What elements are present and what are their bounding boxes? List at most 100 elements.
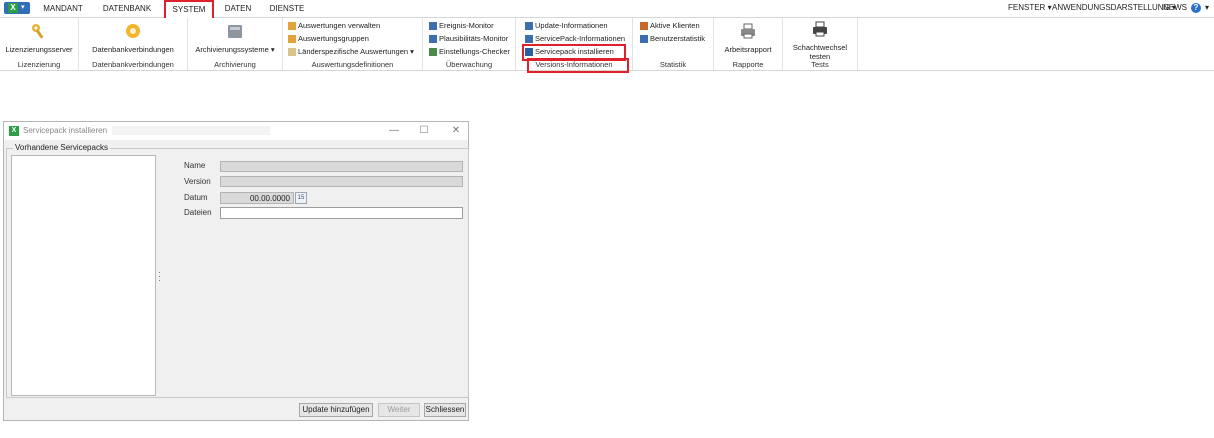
servicepack-informationen-label: ServicePack-Informationen — [535, 34, 626, 43]
ribbon: Lizenzierungsserver Lizenzierung Datenba… — [0, 18, 1214, 73]
plausibilitaets-monitor-button[interactable]: Plausibilitäts-Monitor — [429, 33, 508, 44]
chevron-down-icon: ▾ — [21, 4, 25, 11]
group-lizenzierung: Lizenzierungsserver Lizenzierung — [0, 18, 79, 70]
app-logo-icon: X — [8, 3, 18, 13]
close-icon[interactable]: ✕ — [448, 124, 464, 138]
group-tests: Schachtwechsel testen Tests — [783, 18, 858, 70]
group-label-lizenzierung: Lizenzierung — [17, 60, 61, 69]
group-statistik: Aktive Klienten Benutzerstatistik Statis… — [633, 18, 714, 70]
archive-icon — [228, 25, 242, 38]
users-icon — [640, 22, 648, 31]
group-label-rapporte: Rapporte — [732, 60, 764, 69]
version-field — [220, 176, 463, 187]
tab-datenbank[interactable]: DATENBANK — [101, 2, 153, 16]
datenbankverbindungen-label: Datenbankverbindungen — [92, 45, 174, 54]
report-country-icon — [288, 48, 296, 57]
update-informationen-label: Update-Informationen — [535, 21, 608, 30]
group-archivierung: Archivierungssysteme ▾ Archivierung — [188, 18, 283, 70]
weiter-button[interactable]: Weiter — [378, 403, 420, 417]
auswertungen-verwalten-label: Auswertungen verwalten — [298, 21, 381, 30]
laenderspezifische-auswertungen-button[interactable]: Länderspezifische Auswertungen ▾ — [288, 46, 414, 57]
version-label: Version — [184, 177, 211, 186]
einstellungs-checker-button[interactable]: Einstellungs-Checker — [429, 46, 510, 57]
checker-icon — [429, 48, 437, 57]
highlight-versions-informationen — [527, 58, 629, 73]
title-redacted-area — [112, 126, 270, 135]
aktive-klienten-label: Aktive Klienten — [650, 21, 700, 30]
info-icon — [525, 22, 533, 31]
application-menu-button[interactable]: X ▾ — [4, 2, 30, 14]
dialog-titlebar[interactable]: X Servicepack installieren — ☐ ✕ — [4, 122, 468, 140]
servicepack-informationen-button[interactable]: ServicePack-Informationen — [525, 33, 625, 44]
einstellungs-checker-label: Einstellungs-Checker — [439, 47, 510, 56]
dateien-label: Dateien — [184, 208, 212, 217]
app-logo-icon: X — [9, 126, 19, 136]
printer-icon — [741, 23, 755, 39]
schliessen-button[interactable]: Schliessen — [424, 403, 466, 417]
group-label-auswertungsdefinitionen: Auswertungsdefinitionen — [311, 60, 394, 69]
archivierungssysteme-button[interactable]: Archivierungssysteme ▾ — [192, 22, 278, 54]
schachtwechsel-testen-button[interactable]: Schachtwechsel testen — [785, 20, 855, 61]
group-rapporte: Arbeitsrapport Rapporte — [714, 18, 783, 70]
monitor-icon — [429, 35, 437, 44]
servicepack-dialog: X Servicepack installieren — ☐ ✕ Vorhand… — [3, 121, 469, 421]
report-icon — [288, 22, 296, 31]
group-label-tests: Tests — [811, 60, 829, 69]
update-informationen-button[interactable]: Update-Informationen — [525, 20, 608, 31]
dialog-title: Servicepack installieren — [23, 126, 108, 135]
name-label: Name — [184, 161, 206, 170]
dateien-field[interactable] — [220, 207, 463, 219]
tab-dienste[interactable]: DIENSTE — [268, 2, 306, 16]
laenderspezifische-auswertungen-label: Länderspezifische Auswertungen — [298, 47, 409, 56]
name-field — [220, 161, 463, 172]
printer-icon — [813, 21, 827, 37]
group-label-datenbankverbindungen: Datenbankverbindungen — [92, 60, 174, 69]
group-label-archivierung: Archivierung — [214, 60, 256, 69]
tab-daten[interactable]: DATEN — [223, 2, 253, 16]
archivierungssysteme-label: Archivierungssysteme ▾ — [195, 45, 275, 54]
auswertungen-verwalten-button[interactable]: Auswertungen verwalten — [288, 20, 380, 31]
tab-mandant[interactable]: MANDANT — [42, 2, 84, 16]
group-label-ueberwachung: Überwachung — [445, 60, 493, 69]
gear-icon — [126, 24, 140, 38]
menu-news[interactable]: NEWS — [1163, 3, 1187, 12]
menu-anwendungsdarstellung[interactable]: ANWENDUNGSDARSTELLUNG ▾ — [1052, 3, 1176, 12]
key-icon — [32, 24, 44, 39]
ereignis-monitor-label: Ereignis-Monitor — [439, 21, 494, 30]
aktive-klienten-button[interactable]: Aktive Klienten — [640, 20, 700, 31]
menu-news-label: NEWS — [1163, 3, 1187, 12]
datum-field: 00.00.0000 — [220, 192, 294, 204]
arbeitsrapport-button[interactable]: Arbeitsrapport — [716, 22, 780, 54]
benutzerstatistik-label: Benutzerstatistik — [650, 34, 706, 43]
calendar-icon[interactable]: 15 — [295, 192, 307, 204]
datenbankverbindungen-button[interactable]: Datenbankverbindungen — [83, 22, 183, 54]
datum-label: Datum — [184, 193, 208, 202]
help-icon[interactable]: ? — [1191, 3, 1201, 13]
auswertungsgruppen-button[interactable]: Auswertungsgruppen — [288, 33, 369, 44]
tab-system[interactable]: SYSTEM — [164, 0, 214, 18]
minimize-icon[interactable]: — — [386, 124, 402, 138]
group-datenbankverbindungen: Datenbankverbindungen Datenbankverbindun… — [79, 18, 188, 70]
auswertungsgruppen-label: Auswertungsgruppen — [298, 34, 369, 43]
group-label-statistik: Statistik — [659, 60, 687, 69]
servicepacks-groupbox: Vorhandene Servicepacks · · · Name Version… — [6, 143, 469, 398]
menu-anwendungsdarstellung-label: ANWENDUNGSDARSTELLUNG — [1052, 3, 1170, 12]
benutzerstatistik-button[interactable]: Benutzerstatistik — [640, 33, 705, 44]
group-ueberwachung: Ereignis-Monitor Plausibilitäts-Monitor … — [423, 18, 516, 70]
help-chevron-icon[interactable]: ▾ — [1205, 3, 1209, 12]
schachtwechsel-label: Schachtwechsel — [792, 43, 848, 52]
update-hinzufuegen-button[interactable]: Update hinzufügen — [299, 403, 373, 417]
lizenzierungsserver-label: Lizenzierungsserver — [5, 45, 73, 54]
menu-fenster[interactable]: FENSTER ▾ — [1008, 3, 1052, 12]
lizenzierungsserver-button[interactable]: Lizenzierungsserver — [3, 22, 75, 54]
servicepacks-list[interactable] — [11, 155, 156, 396]
ribbon-tab-bar: X ▾ MANDANT DATENBANK SYSTEM DATEN DIENS… — [0, 0, 1214, 18]
plausibilitaets-monitor-label: Plausibilitäts-Monitor — [439, 34, 509, 43]
monitor-icon — [429, 22, 437, 31]
ereignis-monitor-button[interactable]: Ereignis-Monitor — [429, 20, 494, 31]
maximize-icon[interactable]: ☐ — [416, 124, 432, 138]
info-icon — [525, 35, 533, 44]
group-auswertungsdefinitionen: Auswertungen verwalten Auswertungsgruppe… — [283, 18, 423, 70]
groupbox-title: Vorhandene Servicepacks — [13, 143, 110, 152]
splitter-handle[interactable]: · · · — [158, 268, 161, 285]
